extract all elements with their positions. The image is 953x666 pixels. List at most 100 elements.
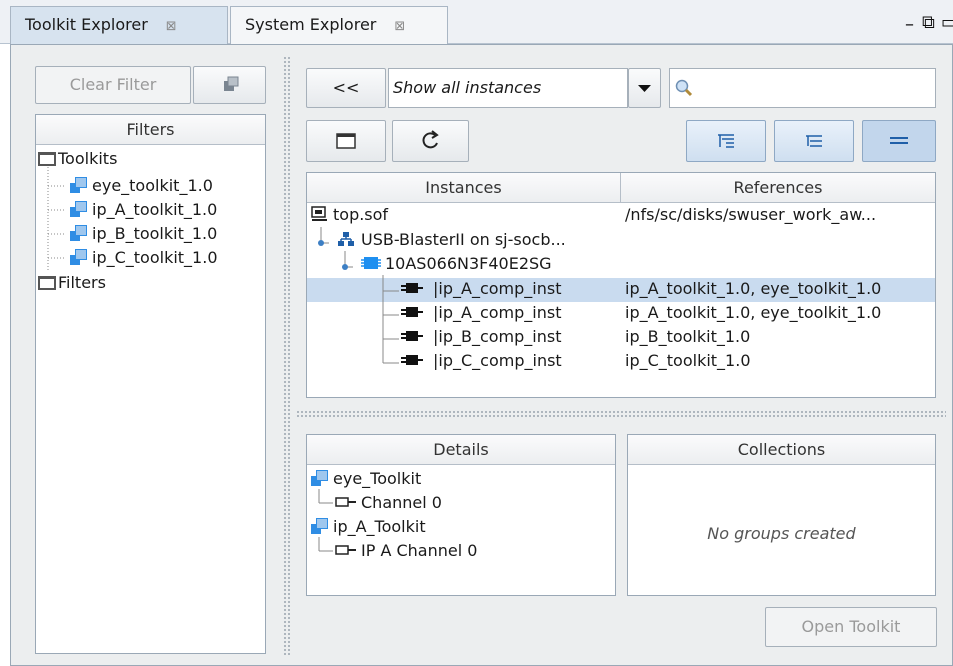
table-row[interactable]: |ip_C_comp_inst: [401, 351, 562, 370]
dropdown-value: Show all instances: [393, 78, 542, 97]
tree-item-label: ip_A_toolkit_1.0: [92, 200, 218, 219]
details-panel: Details eye_Toolkit Channel 0 ip_A_Toolk…: [306, 434, 616, 596]
tab-system-explorer-label: System Explorer: [245, 15, 377, 34]
channel-icon: [335, 497, 356, 507]
dropdown-arrow[interactable]: [628, 68, 661, 108]
search-icon: [675, 79, 693, 97]
tree-item-toolkit[interactable]: ip_C_toolkit_1.0: [70, 248, 218, 267]
toolkit-icon: [70, 225, 87, 241]
chevron-down-icon: [638, 85, 651, 92]
tree-view-button[interactable]: [686, 120, 766, 162]
tree-item-label: ip_B_toolkit_1.0: [92, 224, 218, 243]
toolkit-icon: [70, 249, 87, 265]
reference-cell: /nfs/sc/disks/swuser_work_aw...: [625, 205, 877, 224]
search-input[interactable]: [669, 68, 936, 108]
table-row[interactable]: USB-BlasterII on sj-socb...: [337, 230, 566, 249]
column-header-references[interactable]: References: [621, 173, 935, 203]
toolkit-icon: [70, 177, 87, 193]
instances-table: Instances References top.sof /nfs/sc/dis…: [306, 172, 936, 398]
collapse-label: <<: [332, 78, 360, 97]
reference-cell: ip_C_toolkit_1.0: [625, 351, 751, 370]
open-toolkit-button[interactable]: Open Toolkit: [765, 607, 937, 647]
details-channel[interactable]: IP A Channel 0: [335, 541, 477, 560]
toolkit-icon: [224, 76, 239, 91]
collections-empty-text: No groups created: [707, 524, 856, 543]
flat-tree-button[interactable]: [774, 120, 854, 162]
refresh-icon: [422, 130, 439, 149]
toolkit-icon: [311, 518, 328, 534]
vertical-splitter[interactable]: [283, 56, 292, 656]
tab-toolkit-explorer-label: Toolkit Explorer: [25, 15, 148, 34]
collections-panel: Collections No groups created: [627, 434, 936, 596]
instance-name: 10AS066N3F40E2SG: [385, 254, 552, 273]
filters-header: Filters: [36, 115, 265, 145]
tab-bar: Toolkit Explorer ⊠ System Explorer ⊠ – ⧉ ▭: [0, 0, 953, 44]
details-channel-label: Channel 0: [361, 493, 442, 512]
instance-name: top.sof: [333, 205, 389, 224]
tree-item-label: eye_toolkit_1.0: [92, 176, 213, 195]
filters-tree-panel: Filters Toolkits eye_toolkit_1.0 ip_A_to…: [35, 114, 266, 654]
sof-file-icon: [311, 206, 327, 221]
component-icon: [401, 307, 423, 317]
flat-tree-icon: [806, 135, 822, 147]
folder-icon: [336, 133, 356, 149]
table-row[interactable]: top.sof: [311, 205, 388, 224]
instance-name: |ip_B_comp_inst: [433, 327, 562, 346]
tree-node-label: Filters: [58, 273, 106, 292]
table-row[interactable]: 10AS066N3F40E2SG: [361, 254, 552, 273]
tab-toolkit-explorer[interactable]: Toolkit Explorer ⊠: [10, 6, 228, 44]
instance-name: |ip_A_comp_inst: [433, 303, 562, 322]
horizontal-splitter[interactable]: [296, 410, 946, 418]
filter-toolkit-button[interactable]: [193, 66, 266, 104]
table-row[interactable]: |ip_A_comp_inst: [401, 279, 561, 298]
toolkit-icon: [70, 201, 87, 217]
instance-filter-dropdown[interactable]: Show all instances: [388, 68, 628, 108]
clear-filter-button[interactable]: Clear Filter: [35, 66, 191, 104]
details-toolkit[interactable]: ip_A_Toolkit: [311, 517, 426, 536]
channel-icon: [335, 545, 356, 555]
tree-item-toolkit[interactable]: eye_toolkit_1.0: [70, 176, 213, 195]
restore-icon[interactable]: ⧉: [922, 12, 935, 33]
tree-node-label: Toolkits: [58, 149, 118, 168]
reference-cell: ip_A_toolkit_1.0, eye_toolkit_1.0: [625, 303, 882, 322]
column-header-instances[interactable]: Instances: [307, 173, 621, 203]
maximize-icon[interactable]: ▭: [941, 12, 953, 33]
minimize-icon[interactable]: –: [905, 14, 914, 35]
device-icon: [361, 257, 381, 269]
refresh-button[interactable]: [392, 120, 469, 162]
tab-system-explorer[interactable]: System Explorer ⊠: [230, 6, 448, 44]
list-view-icon: [890, 137, 908, 144]
details-channel-label: IP A Channel 0: [361, 541, 478, 560]
tab-close-icon[interactable]: ⊠: [166, 19, 177, 34]
details-header: Details: [307, 435, 615, 465]
folder-icon: [38, 152, 56, 166]
instance-name: |ip_C_comp_inst: [433, 351, 562, 370]
tree-view-icon: [718, 134, 734, 148]
details-toolkit-label: eye_Toolkit: [333, 469, 422, 488]
details-channel[interactable]: Channel 0: [335, 493, 442, 512]
toolkit-icon: [311, 470, 328, 486]
table-row[interactable]: |ip_B_comp_inst: [401, 327, 562, 346]
open-file-button[interactable]: [306, 120, 386, 162]
reference-cell: ip_A_toolkit_1.0, eye_toolkit_1.0: [625, 279, 882, 298]
instance-name: |ip_A_comp_inst: [433, 279, 562, 298]
tree-node-filters[interactable]: Filters: [38, 273, 106, 292]
tree-item-toolkit[interactable]: ip_B_toolkit_1.0: [70, 224, 217, 243]
reference-cell: ip_B_toolkit_1.0: [625, 327, 751, 346]
tree-item-label: ip_C_toolkit_1.0: [92, 248, 218, 267]
clear-filter-label: Clear Filter: [69, 75, 157, 94]
tree-item-toolkit[interactable]: ip_A_toolkit_1.0: [70, 200, 217, 219]
tab-close-icon[interactable]: ⊠: [394, 19, 405, 34]
collections-header: Collections: [628, 435, 935, 465]
instance-name: USB-BlasterII on sj-socb...: [361, 230, 566, 249]
table-row[interactable]: |ip_A_comp_inst: [401, 303, 561, 322]
network-icon: [338, 232, 354, 246]
details-toolkit-label: ip_A_Toolkit: [333, 517, 426, 536]
folder-icon: [38, 276, 56, 290]
open-toolkit-label: Open Toolkit: [801, 617, 901, 636]
list-view-button[interactable]: [862, 120, 936, 162]
component-icon: [401, 283, 423, 293]
tree-node-toolkits[interactable]: Toolkits: [38, 149, 117, 168]
details-toolkit[interactable]: eye_Toolkit: [311, 469, 421, 488]
collapse-button[interactable]: <<: [306, 68, 386, 108]
